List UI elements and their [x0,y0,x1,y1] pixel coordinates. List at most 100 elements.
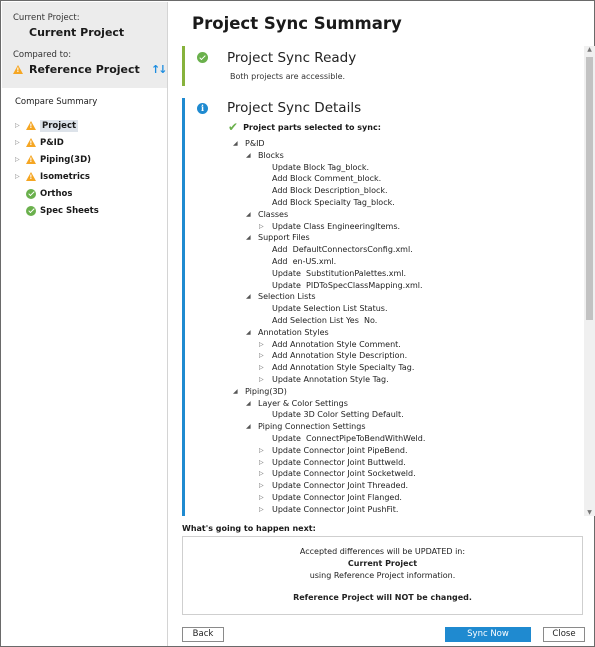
collapse-arrow-icon[interactable]: ◢ [246,327,251,339]
sync-now-button[interactable]: Sync Now [445,627,531,642]
expand-arrow-icon[interactable]: ▷ [259,457,264,469]
warning-icon [26,138,36,147]
expand-arrow-icon[interactable]: ▷ [259,480,264,492]
expand-arrow-icon[interactable]: ▷ [15,122,26,129]
summary-item-label: Orthos [40,188,73,199]
selected-parts-label: Project parts selected to sync: [243,122,381,132]
detail-item: Update Connector Joint Threaded. [272,481,409,491]
sync-details-section: i Project Sync Details ✔ Project parts s… [182,98,573,516]
summary-item[interactable]: Orthos [15,185,99,202]
sync-ready-title: Project Sync Ready [227,50,357,66]
detail-item: Add DefaultConnectorsConfig.xml. [272,245,413,255]
project-info-box: Current Project: Current Project Compare… [2,2,168,88]
selected-parts-row: ✔ Project parts selected to sync: [228,120,381,134]
sync-details-title: Project Sync Details [227,100,362,116]
summary-item-label: Project [40,119,79,132]
expand-arrow-icon[interactable]: ▷ [15,173,26,180]
compared-to-label: Compared to: [13,50,72,60]
detail-item: Add Annotation Style Comment. [272,339,401,349]
reference-project-name: Reference Project [29,63,140,76]
detail-item: Update Selection List Status. [272,304,388,314]
detail-item: Add Selection List Yes No. [272,316,378,325]
collapse-arrow-icon[interactable]: ◢ [246,232,251,244]
detail-item: Classes [258,209,289,219]
summary-item[interactable]: ▷ Isometrics [15,168,99,185]
page-title: Project Sync Summary [192,14,402,33]
reference-project-row: Reference Project [13,63,140,76]
collapse-arrow-icon[interactable]: ◢ [233,386,238,398]
expand-arrow-icon[interactable]: ▷ [259,468,264,480]
detail-item: Update 3D Color Setting Default. [272,410,404,420]
warning-icon [26,121,36,130]
expand-arrow-icon[interactable]: ▷ [259,374,264,386]
next-steps-line: using Reference Project information. [309,571,456,580]
detail-item: Update Connector Joint Buttweld. [272,457,406,467]
expand-arrow-icon[interactable]: ▷ [259,339,264,351]
summary-item-label: Isometrics [40,171,90,182]
expand-arrow-icon[interactable]: ▷ [259,445,264,457]
summary-item[interactable]: ▷ Project [15,117,99,134]
current-project-name: Current Project [29,26,125,39]
collapse-arrow-icon[interactable]: ◢ [233,138,238,150]
info-icon: i [197,103,208,114]
detail-item: Annotation Styles [258,327,329,337]
scroll-down-arrow-icon[interactable]: ▼ [584,509,595,516]
collapse-arrow-icon[interactable]: ◢ [246,291,251,303]
detail-item: Update ConnectPipeToBendWithWeld. [272,434,426,443]
scrollbar-thumb[interactable] [586,57,593,320]
next-steps-box: Accepted differences will be UPDATED in:… [182,536,583,615]
next-steps-note: Reference Project will NOT be changed. [293,593,472,602]
detail-item: Add Annotation Style Specialty Tag. [272,363,415,373]
summary-item[interactable]: Spec Sheets [15,202,99,219]
expand-arrow-icon[interactable]: ▷ [259,350,264,362]
check-circle-icon [26,188,36,199]
close-button[interactable]: Close [543,627,585,642]
warning-icon [26,172,36,181]
detail-item: Add Block Specialty Tag_block. [272,198,395,207]
detail-item: Add Annotation Style Description. [272,351,408,361]
detail-item: Piping(3D) [245,386,287,396]
swap-projects-icon[interactable]: ↑↓ [151,63,168,76]
collapse-arrow-icon[interactable]: ◢ [246,421,251,433]
next-steps-label: What's going to happen next: [182,524,316,533]
sync-ready-subtitle: Both projects are accessible. [230,72,346,81]
compare-summary-tree: ▷ Project ▷ P&ID ▷ Piping(3D) ▷ Isometrics Ortho… [15,117,99,219]
checkmark-icon: ✔ [228,120,239,134]
detail-item: P&ID [245,139,265,148]
summary-item[interactable]: ▷ Piping(3D) [15,151,99,168]
detail-item: Support Files [258,233,310,243]
detail-item: Update Annotation Style Tag. [272,375,389,384]
expand-arrow-icon[interactable]: ▷ [259,504,264,516]
expand-arrow-icon[interactable]: ▷ [15,139,26,146]
detail-item: Add en-US.xml. [272,257,337,266]
details-scrollbar[interactable]: ▲ ▼ [584,46,595,516]
detail-item: Piping Connection Settings [258,422,366,432]
scroll-up-arrow-icon[interactable]: ▲ [584,46,595,53]
detail-item: Add Block Description_block. [272,186,388,196]
back-button[interactable]: Back [182,627,224,642]
compare-summary-title: Compare Summary [15,97,98,107]
collapse-arrow-icon[interactable]: ◢ [246,209,251,221]
sync-ready-section: Project Sync Ready Both projects are acc… [182,46,573,86]
summary-item-label: Spec Sheets [40,205,99,216]
expand-arrow-icon[interactable]: ▷ [15,156,26,163]
detail-item: Blocks [258,150,284,160]
detail-item: Update Connector Joint PipeBend. [272,445,408,455]
collapse-arrow-icon[interactable]: ◢ [246,398,251,410]
collapse-arrow-icon[interactable]: ◢ [246,150,251,162]
check-circle-icon [26,205,36,216]
detail-item: Update Connector Joint PushFit. [272,504,399,514]
left-panel: Current Project: Current Project Compare… [2,2,168,646]
expand-arrow-icon[interactable]: ▷ [259,492,264,504]
summary-item[interactable]: ▷ P&ID [15,134,99,151]
detail-item: Update PIDToSpecClassMapping.xml. [272,280,423,290]
next-steps-project: Current Project [347,559,418,568]
summary-item-label: P&ID [40,137,64,148]
sync-summary-window: Current Project: Current Project Compare… [0,0,595,647]
detail-item: Update Connector Joint Socketweld. [272,469,416,479]
detail-item: Update Class EngineeringItems. [272,221,401,231]
expand-arrow-icon[interactable]: ▷ [259,221,264,233]
expand-arrow-icon[interactable]: ▷ [259,362,264,374]
detail-item: Update Connector Joint Flanged. [272,493,402,502]
next-steps-line: Accepted differences will be UPDATED in: [299,547,466,556]
